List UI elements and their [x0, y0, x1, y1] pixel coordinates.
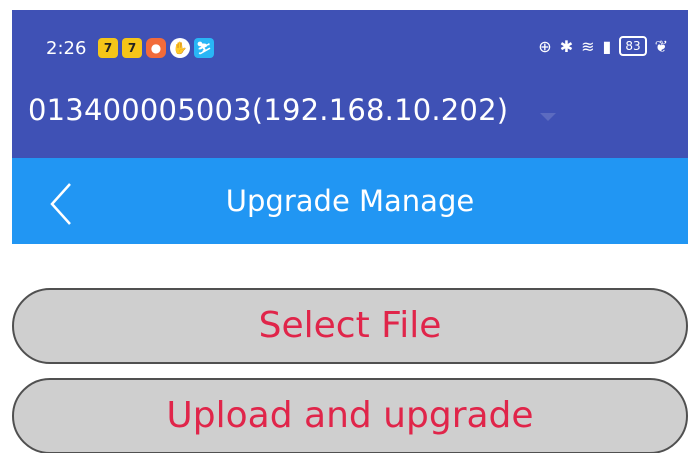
red-app-icon: ● [146, 38, 166, 58]
seven-icon: 7 [98, 38, 118, 58]
status-bar: 2:26 7 7 ● ✋ ⛷ ⊕ ✱ ≋ ▮ 83 ❦ [12, 10, 688, 67]
device-selector-value: 013400005003(192.168.10.202) [28, 93, 509, 127]
bluetooth-icon: ✱ [559, 36, 574, 56]
upload-and-upgrade-button[interactable]: Upload and upgrade [12, 378, 688, 453]
page-title: Upgrade Manage [225, 184, 475, 218]
seven-icon: 7 [122, 38, 142, 58]
blue-app-icon: ⛷ [194, 38, 214, 58]
wifi-icon: ≋ [581, 36, 595, 56]
select-file-button[interactable]: Select File [12, 288, 688, 364]
device-selector[interactable]: 013400005003(192.168.10.202) [12, 67, 688, 158]
app-screen: 2:26 7 7 ● ✋ ⛷ ⊕ ✱ ≋ ▮ 83 ❦ 013400005003… [0, 0, 697, 453]
battery-level: 83 [625, 39, 641, 53]
signal-icon: ▮ [602, 36, 612, 56]
notification-icons: 7 7 ● ✋ ⛷ [98, 38, 214, 58]
battery-icon: 83 [619, 36, 647, 56]
nfc-icon: ⊕ [538, 36, 552, 56]
circle-app-icon: ✋ [170, 38, 190, 58]
dropdown-arrow-icon[interactable] [540, 113, 556, 121]
leaf-icon: ❦ [654, 36, 668, 56]
status-time: 2:26 [46, 38, 87, 59]
system-icons: ⊕ ✱ ≋ ▮ 83 ❦ [538, 36, 668, 56]
title-bar: Upgrade Manage [12, 158, 688, 244]
